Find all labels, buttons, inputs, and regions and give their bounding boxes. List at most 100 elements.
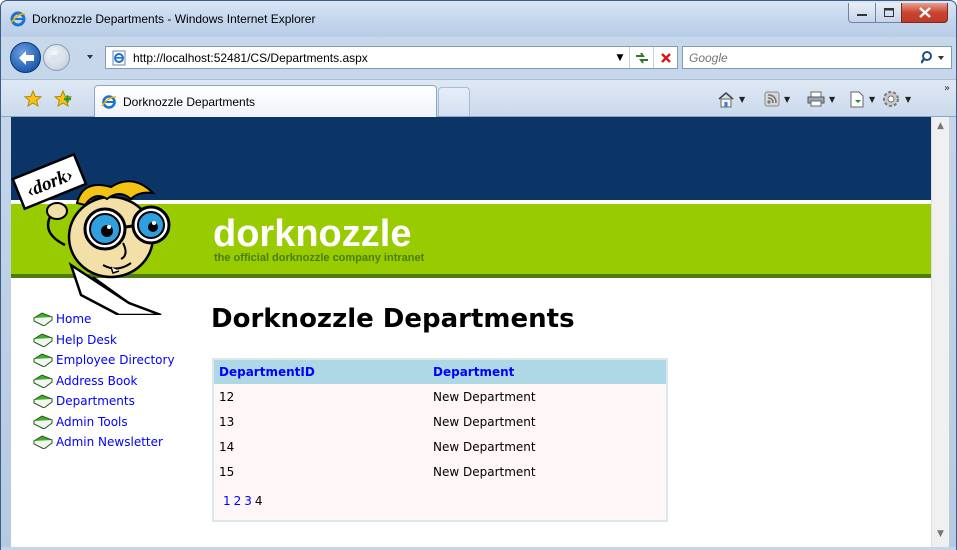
page-icon: [112, 50, 126, 65]
cell-department-id: 15: [219, 464, 235, 479]
sidebar-item-admin-tools[interactable]: Admin Tools: [33, 412, 175, 433]
minimize-button[interactable]: [848, 3, 876, 23]
departments-grid: DepartmentID Department 12 New Departmen…: [212, 358, 668, 522]
maximize-button[interactable]: [875, 3, 902, 23]
sidebar-link-admin-newsletter[interactable]: Admin Newsletter: [56, 435, 163, 449]
green-book-icon: [33, 333, 53, 347]
refresh-icon: [635, 51, 648, 64]
sidebar-link-address-book[interactable]: Address Book: [56, 374, 137, 388]
page-content: dorknozzle the official dorknozzle compa…: [11, 117, 931, 547]
sidebar-item-home[interactable]: Home: [33, 309, 175, 330]
green-book-icon: [33, 394, 53, 409]
close-button[interactable]: [901, 3, 948, 23]
address-toolbar: http://localhost:52481/CS/Departments.as…: [1, 37, 956, 79]
pager-link-page-3[interactable]: 3: [244, 494, 252, 508]
page-dropdown-icon[interactable]: ▼: [869, 95, 875, 104]
title-bar: Dorknozzle Departments - Windows Interne…: [1, 1, 956, 37]
green-book-icon: [33, 312, 53, 327]
window-title: Dorknozzle Departments - Windows Interne…: [32, 12, 316, 26]
table-row: 13 New Department: [214, 409, 666, 434]
address-url[interactable]: http://localhost:52481/CS/Departments.as…: [133, 51, 611, 65]
back-button[interactable]: [10, 42, 41, 73]
scroll-up-arrow-icon[interactable]: ▲: [932, 121, 949, 135]
home-button[interactable]: ▼: [717, 89, 745, 109]
sidebar-item-employee-directory[interactable]: Employee Directory: [33, 350, 175, 371]
printer-icon: [807, 91, 825, 107]
sidebar-link-employee-directory[interactable]: Employee Directory: [56, 353, 175, 367]
search-box[interactable]: [682, 46, 952, 69]
add-favorites-icon[interactable]: [54, 90, 72, 108]
column-header-departmentid[interactable]: DepartmentID: [214, 365, 433, 379]
refresh-button[interactable]: [629, 47, 653, 68]
stop-button[interactable]: [653, 47, 677, 68]
print-dropdown-icon[interactable]: ▼: [829, 95, 835, 104]
cell-department-name: New Department: [433, 389, 536, 404]
forward-button[interactable]: [43, 44, 70, 71]
table-row: 14 New Department: [214, 434, 666, 459]
rss-feed-icon: [764, 91, 780, 107]
sidebar-link-admin-tools[interactable]: Admin Tools: [56, 415, 128, 429]
feeds-button[interactable]: ▼: [764, 89, 790, 109]
tab-bar: Dorknozzle Departments ▼ ▼ ▼ ▼ ▼ »: [1, 79, 956, 118]
feeds-dropdown-icon[interactable]: ▼: [784, 95, 790, 104]
chevron-more-icon[interactable]: »: [944, 83, 950, 94]
site-tagline: the official dorknozzle company intranet: [214, 252, 425, 264]
page-menu-button[interactable]: ▼: [849, 89, 875, 109]
column-header-department[interactable]: Department: [433, 365, 514, 379]
sidebar-item-help-desk[interactable]: Help Desk: [33, 330, 175, 351]
sidebar-link-departments[interactable]: Departments: [56, 394, 135, 408]
dorknozzle-mascot-logo: ‹dork›: [11, 152, 171, 315]
search-button[interactable]: [915, 47, 951, 68]
close-icon: [918, 7, 931, 18]
sidebar-link-home[interactable]: Home: [56, 312, 91, 326]
back-arrow-icon: [19, 51, 34, 65]
scroll-down-arrow-icon[interactable]: ▼: [932, 529, 949, 543]
stop-icon: [660, 52, 671, 63]
green-book-icon: [33, 435, 53, 450]
ie-logo-icon: [10, 11, 26, 27]
pager-current-page: 4: [254, 494, 263, 508]
tab-dorknozzle-departments[interactable]: Dorknozzle Departments: [94, 85, 437, 118]
tools-dropdown-icon[interactable]: ▼: [905, 95, 911, 104]
sidebar-link-help-desk[interactable]: Help Desk: [56, 333, 117, 347]
minimize-icon: [857, 13, 867, 16]
browser-window: Dorknozzle Departments - Windows Interne…: [0, 0, 957, 550]
pager-link-page-2[interactable]: 2: [234, 494, 242, 508]
green-book-icon: [33, 415, 53, 429]
green-book-icon: [33, 374, 53, 388]
favorites-star-icon[interactable]: [24, 90, 42, 108]
cell-department-name: New Department: [433, 464, 536, 479]
home-dropdown-icon[interactable]: ▼: [739, 95, 745, 104]
forward-arrow-icon: [51, 52, 64, 64]
tools-menu-button[interactable]: ▼: [881, 89, 911, 109]
tab-label: Dorknozzle Departments: [123, 95, 256, 109]
address-bar[interactable]: http://localhost:52481/CS/Departments.as…: [105, 46, 678, 69]
new-tab-button[interactable]: [438, 87, 470, 116]
cell-department-name: New Department: [433, 439, 536, 454]
table-row: 12 New Department: [214, 384, 666, 409]
vertical-scrollbar[interactable]: ▲ ▼: [931, 117, 949, 547]
grid-pager: 1 2 3 4: [214, 484, 666, 518]
search-input[interactable]: [683, 50, 915, 65]
cell-department-name: New Department: [433, 414, 536, 429]
print-button[interactable]: ▼: [807, 89, 835, 109]
cell-department-id: 14: [219, 439, 235, 454]
ie-page-icon: [101, 95, 117, 109]
pager-link-page-1[interactable]: 1: [223, 494, 231, 508]
cell-department-id: 12: [219, 389, 235, 404]
table-row: 15 New Department: [214, 459, 666, 484]
site-brand: dorknozzle: [213, 213, 412, 255]
search-icon: [921, 50, 944, 64]
recent-pages-dropdown-icon[interactable]: [85, 52, 95, 62]
sidebar-item-admin-newsletter[interactable]: Admin Newsletter: [33, 432, 175, 453]
page-title: Dorknozzle Departments: [211, 304, 575, 334]
green-book-icon: [33, 353, 53, 368]
sidebar-menu: Home Help Desk Employee Directory Addres…: [33, 309, 175, 453]
sidebar-item-departments[interactable]: Departments: [33, 391, 175, 412]
gear-icon: [883, 91, 899, 107]
address-dropdown-icon[interactable]: ▼: [611, 53, 629, 63]
cell-department-id: 13: [219, 414, 235, 429]
maximize-icon: [883, 8, 894, 17]
sidebar-item-address-book[interactable]: Address Book: [33, 371, 175, 392]
home-icon: [718, 91, 734, 107]
